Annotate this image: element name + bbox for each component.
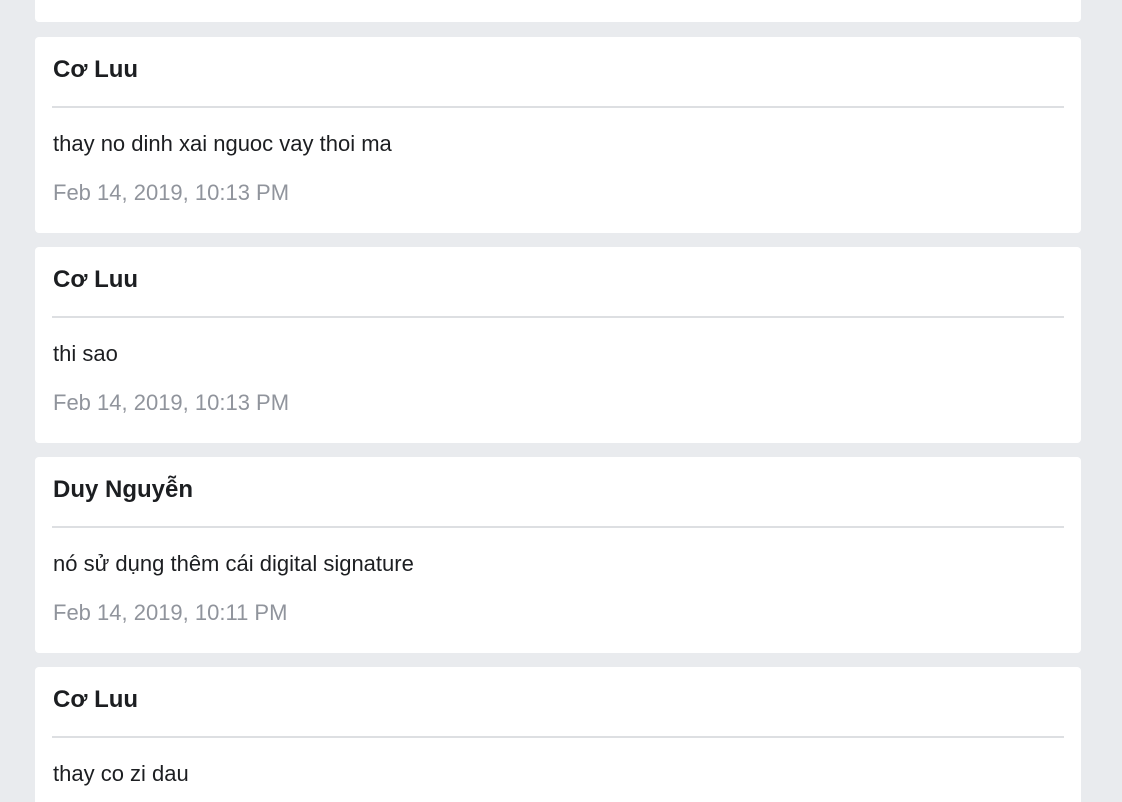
sender-name: Duy Nguyễn: [53, 476, 194, 503]
message-card: Cơ Luu thi sao Feb 14, 2019, 10:13 PM: [35, 247, 1081, 443]
message-card: Cơ Luu thay no dinh xai nguoc vay thoi m…: [35, 37, 1081, 233]
divider: [52, 106, 1064, 108]
sender-name: Cơ Luu: [53, 266, 139, 293]
divider: [52, 736, 1064, 738]
message-card: Cơ Luu thay co zi dau: [35, 667, 1081, 802]
message-text: nó sử dụng thêm cái digital signature: [53, 551, 414, 576]
message-timestamp: Feb 14, 2019, 10:13 PM: [53, 180, 290, 205]
divider: [52, 526, 1064, 528]
message-timestamp: Feb 14, 2019, 10:11 PM: [53, 600, 288, 625]
message-feed: Cơ Luu thay no dinh xai nguoc vay thoi m…: [0, 0, 1122, 802]
message-text: thi sao: [53, 341, 118, 366]
message-card: Duy Nguyễn nó sử dụng thêm cái digital s…: [35, 457, 1081, 653]
divider: [52, 316, 1064, 318]
message-text: thay co zi dau: [53, 761, 189, 786]
sender-name: Cơ Luu: [53, 686, 139, 713]
message-text: thay no dinh xai nguoc vay thoi ma: [53, 131, 392, 156]
message-timestamp: Feb 14, 2019, 10:13 PM: [53, 390, 290, 415]
message-card-partial: [35, 0, 1081, 22]
sender-name: Cơ Luu: [53, 56, 139, 83]
